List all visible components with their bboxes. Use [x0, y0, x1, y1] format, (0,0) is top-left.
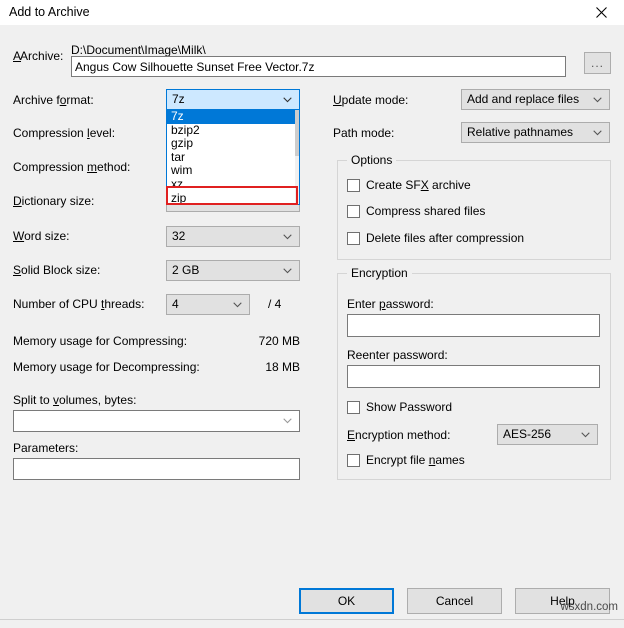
chevron-down-icon [593, 123, 602, 142]
cpu-threads-label: Number of CPU threads: [13, 297, 144, 311]
archive-format-value: 7z [172, 92, 185, 106]
split-volumes-combo[interactable] [13, 410, 300, 432]
update-mode-label: Update mode: [333, 93, 408, 107]
chevron-down-icon [283, 411, 292, 431]
create-sfx-archive-label: Create SFX archive [366, 178, 471, 192]
dropdown-option-wim[interactable]: wim [167, 164, 299, 178]
options-group-title: Options [347, 153, 396, 167]
archive-format-label: Archive format: [13, 93, 94, 107]
solid-block-size-value: 2 GB [172, 263, 199, 277]
archive-label-text: Archive: [20, 49, 63, 63]
encryption-method-combo[interactable]: AES-256 [497, 424, 598, 445]
memory-decompressing-label: Memory usage for Decompressing: [13, 360, 200, 374]
encrypt-file-names-label: Encrypt file names [366, 453, 465, 467]
path-mode-label: Path mode: [333, 126, 394, 140]
parameters-label: Parameters: [13, 441, 78, 455]
split-volumes-label: Split to volumes, bytes: [13, 393, 136, 407]
dropdown-option-xz[interactable]: xz [167, 178, 299, 192]
dropdown-option-zip[interactable]: zip [167, 192, 299, 205]
encrypt-file-names-checkbox-row[interactable]: Encrypt file names [347, 453, 465, 467]
bottom-divider [0, 619, 624, 620]
chevron-down-icon [581, 425, 590, 444]
encrypt-file-names-checkbox[interactable] [347, 454, 360, 467]
create-sfx-archive-checkbox[interactable] [347, 179, 360, 192]
cancel-button[interactable]: Cancel [407, 588, 502, 614]
reenter-password-input[interactable] [347, 365, 600, 388]
delete-files-after-compression-checkbox-row[interactable]: Delete files after compression [347, 231, 524, 245]
archive-format-dropdown-list[interactable]: 7z bzip2 gzip tar wim xz zip [166, 109, 300, 205]
encryption-group-title: Encryption [347, 266, 412, 280]
watermark-text: wsxdn.com [560, 601, 618, 613]
compression-method-label: Compression method: [13, 160, 130, 174]
archive-label: AArchive: [13, 49, 63, 63]
memory-compressing-label: Memory usage for Compressing: [13, 334, 187, 348]
title-bar: Add to Archive [0, 0, 624, 25]
encryption-method-label: Encryption method: [347, 428, 450, 442]
delete-files-after-compression-checkbox[interactable] [347, 232, 360, 245]
chevron-down-icon [283, 261, 292, 280]
compress-shared-files-label: Compress shared files [366, 204, 485, 218]
memory-decompressing-value: 18 MB [258, 360, 300, 374]
create-sfx-archive-checkbox-row[interactable]: Create SFX archive [347, 178, 471, 192]
path-mode-combo[interactable]: Relative pathnames [461, 122, 610, 143]
solid-block-size-label: Solid Block size: [13, 263, 100, 277]
chevron-down-icon [283, 90, 292, 109]
enter-password-input[interactable] [347, 314, 600, 337]
ok-button[interactable]: OK [299, 588, 394, 614]
word-size-value: 32 [172, 229, 185, 243]
archive-name-input[interactable]: Angus Cow Silhouette Sunset Free Vector.… [71, 56, 566, 77]
window-title: Add to Archive [9, 5, 90, 19]
update-mode-combo[interactable]: Add and replace files [461, 89, 610, 110]
word-size-label: Word size: [13, 229, 69, 243]
scrollbar-thumb[interactable] [295, 110, 299, 156]
cpu-threads-value: 4 [172, 297, 179, 311]
parameters-input[interactable] [13, 458, 300, 480]
archive-format-combo[interactable]: 7z [166, 89, 300, 110]
dropdown-option-tar[interactable]: tar [167, 151, 299, 165]
chevron-down-icon [593, 90, 602, 109]
dropdown-option-gzip[interactable]: gzip [167, 137, 299, 151]
reenter-password-label: Reenter password: [347, 348, 448, 362]
chevron-down-icon [283, 227, 292, 246]
enter-password-label: Enter password: [347, 297, 434, 311]
show-password-label: Show Password [366, 400, 452, 414]
dictionary-size-label: Dictionary size: [13, 194, 94, 208]
compress-shared-files-checkbox-row[interactable]: Compress shared files [347, 204, 485, 218]
show-password-checkbox-row[interactable]: Show Password [347, 400, 452, 414]
encryption-method-value: AES-256 [503, 427, 551, 441]
solid-block-size-combo[interactable]: 2 GB [166, 260, 300, 281]
chevron-down-icon [233, 295, 242, 314]
show-password-checkbox[interactable] [347, 401, 360, 414]
delete-files-after-compression-label: Delete files after compression [366, 231, 524, 245]
close-button[interactable] [579, 0, 624, 25]
dropdown-option-7z[interactable]: 7z [167, 110, 299, 124]
cpu-threads-total: / 4 [268, 297, 281, 311]
memory-compressing-value: 720 MB [258, 334, 300, 348]
update-mode-value: Add and replace files [467, 92, 579, 106]
cpu-threads-combo[interactable]: 4 [166, 294, 250, 315]
compress-shared-files-checkbox[interactable] [347, 205, 360, 218]
close-icon [596, 7, 607, 18]
archive-path-text: D:\Document\Image\Milk\ [71, 43, 206, 57]
browse-button[interactable]: ... [584, 52, 611, 74]
word-size-combo[interactable]: 32 [166, 226, 300, 247]
dropdown-scrollbar[interactable] [295, 110, 299, 204]
dropdown-option-bzip2[interactable]: bzip2 [167, 124, 299, 138]
path-mode-value: Relative pathnames [467, 125, 573, 139]
compression-level-label: Compression level: [13, 126, 115, 140]
